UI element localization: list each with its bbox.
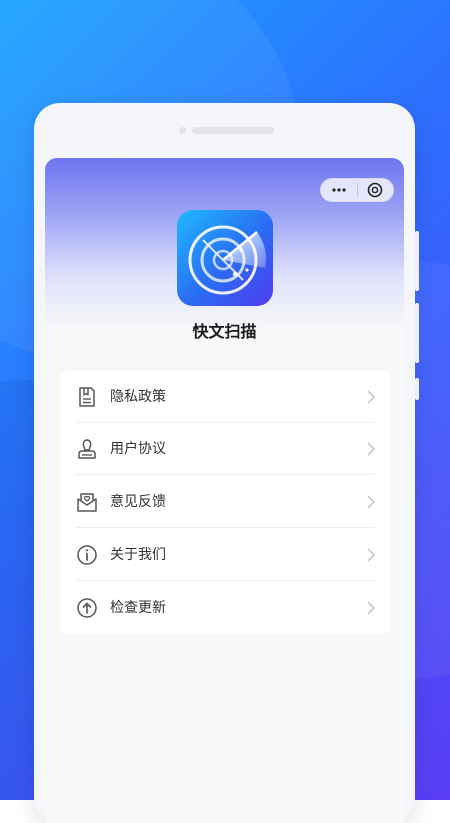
phone-frame: 快文扫描 隐私政策 用户协议 意见反馈 关于我们 检查更新 — [34, 103, 419, 823]
chevron-right-icon — [367, 442, 376, 456]
chevron-right-icon — [367, 495, 376, 509]
app-logo-icon — [177, 210, 273, 306]
divider — [75, 527, 375, 528]
user-stamp-icon — [78, 439, 96, 459]
menu-item-feedback[interactable]: 意见反馈 — [60, 476, 390, 528]
more-button[interactable] — [321, 179, 357, 201]
upload-arrow-icon — [77, 598, 97, 618]
phone-side-button — [415, 231, 419, 291]
phone-side-button — [415, 378, 419, 400]
close-circle-icon — [367, 182, 383, 198]
divider — [75, 580, 375, 581]
mail-heart-icon — [77, 493, 97, 512]
app-screen: 快文扫描 隐私政策 用户协议 意见反馈 关于我们 检查更新 — [45, 158, 404, 823]
more-dots-icon — [332, 188, 346, 192]
menu-item-about-us[interactable]: 关于我们 — [60, 529, 390, 581]
close-button[interactable] — [358, 179, 394, 201]
menu-card: 隐私政策 用户协议 意见反馈 关于我们 检查更新 — [60, 371, 390, 634]
menu-item-label: 用户协议 — [110, 441, 166, 457]
menu-item-privacy-policy[interactable]: 隐私政策 — [60, 371, 390, 423]
menu-item-user-agreement[interactable]: 用户协议 — [60, 423, 390, 475]
menu-item-check-update[interactable]: 检查更新 — [60, 582, 390, 634]
chevron-right-icon — [367, 601, 376, 615]
chevron-right-icon — [367, 390, 376, 404]
document-icon — [79, 387, 95, 407]
app-name: 快文扫描 — [192, 322, 257, 341]
phone-camera — [179, 127, 186, 134]
mini-program-capsule — [320, 178, 394, 202]
phone-speaker — [192, 127, 274, 134]
menu-item-label: 意见反馈 — [110, 494, 166, 510]
chevron-right-icon — [367, 548, 376, 562]
phone-side-button — [415, 303, 419, 363]
menu-item-label: 隐私政策 — [110, 389, 166, 405]
menu-item-label: 关于我们 — [110, 547, 166, 563]
menu-item-label: 检查更新 — [110, 600, 166, 616]
info-icon — [77, 545, 97, 565]
divider — [75, 474, 375, 475]
